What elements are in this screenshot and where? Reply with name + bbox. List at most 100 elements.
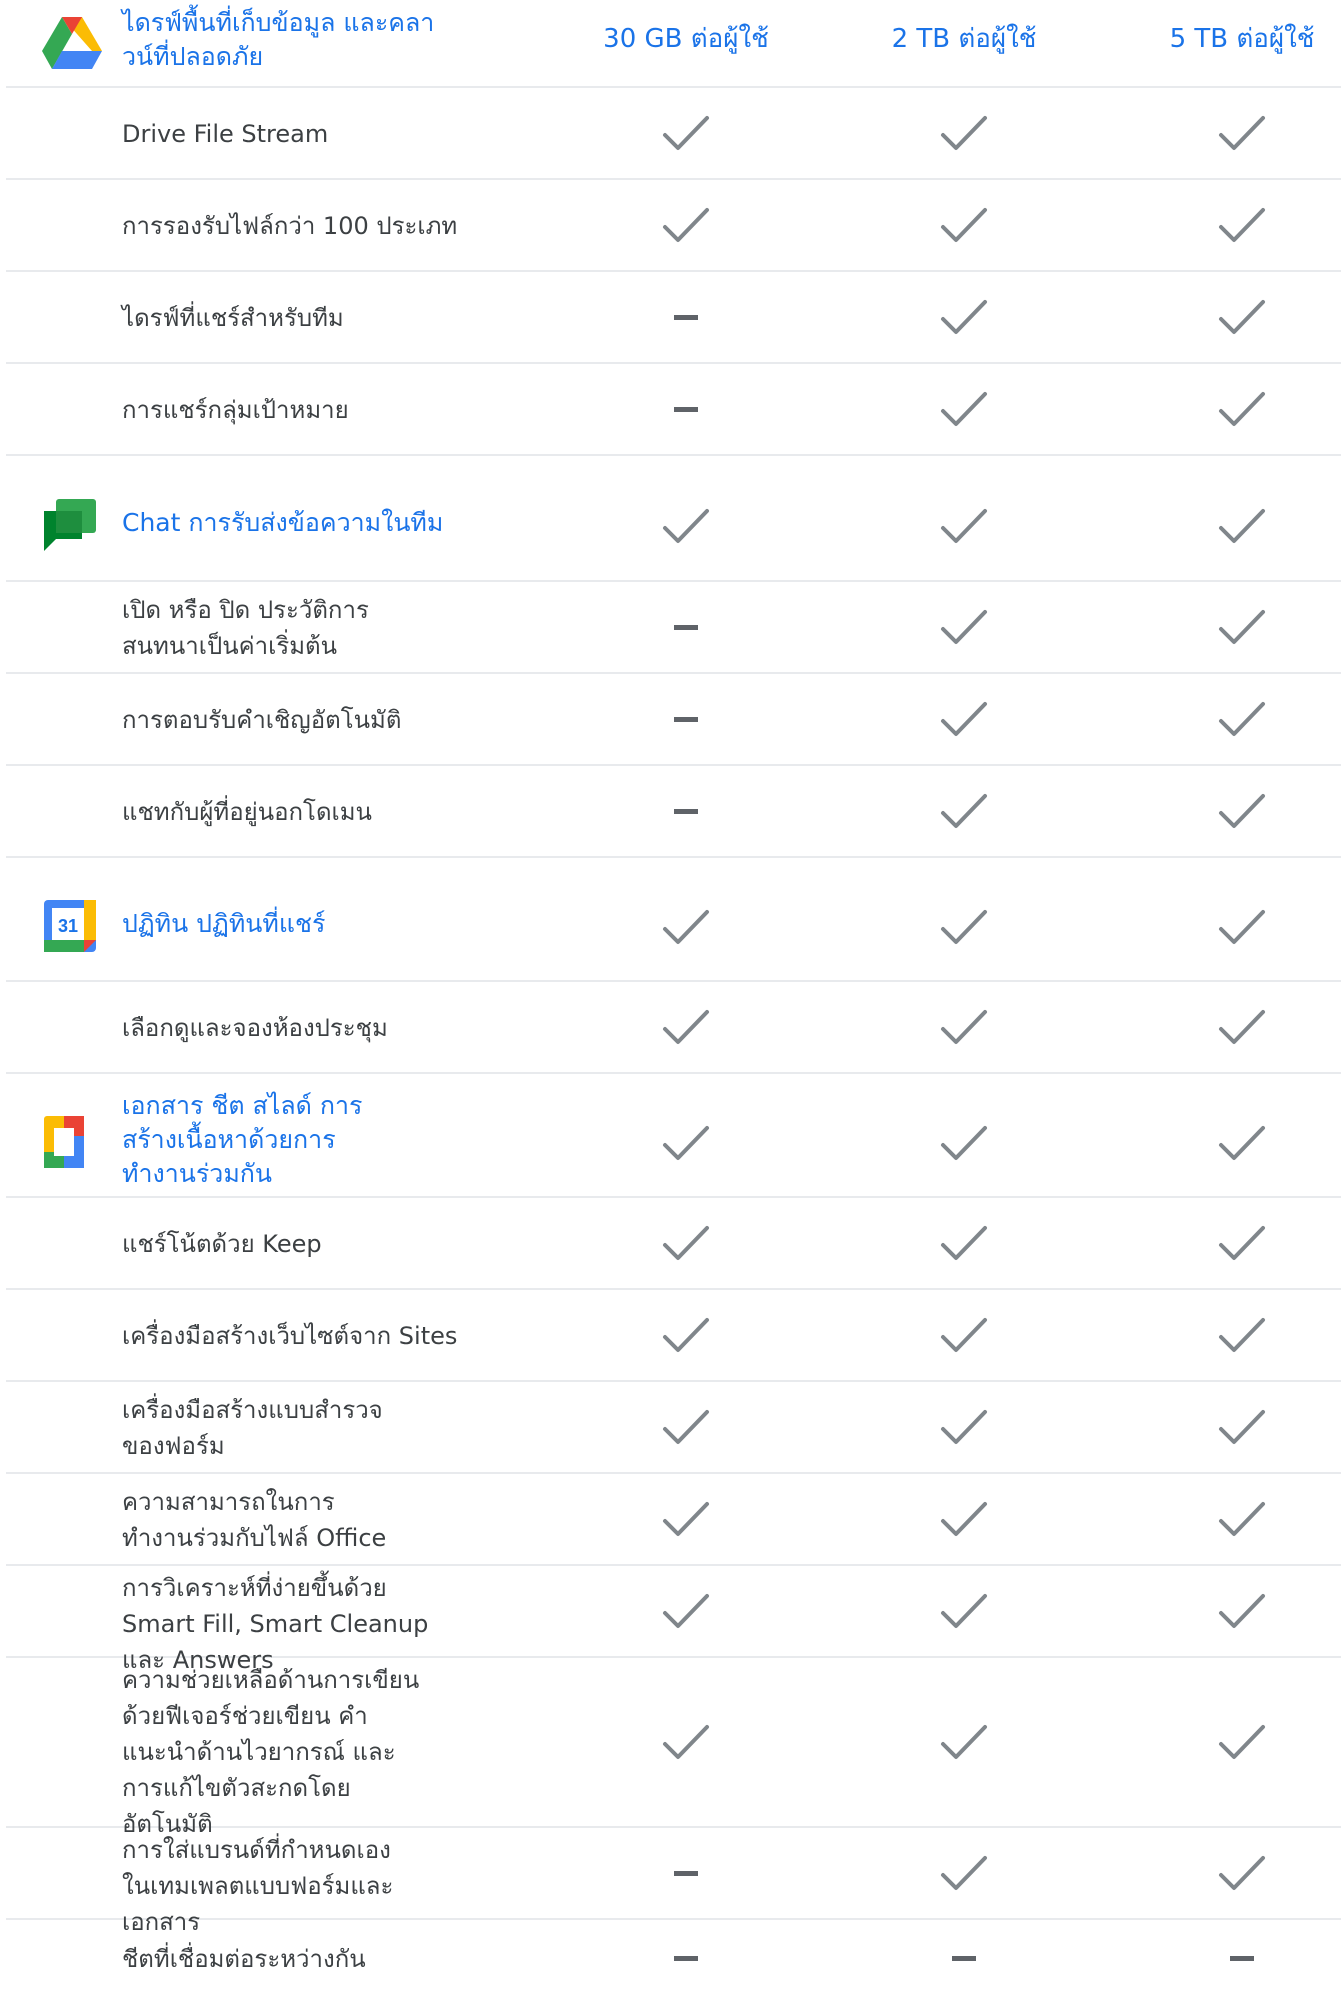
feature-label: การตอบรับคำเชิญอัตโนมัติ	[122, 706, 402, 734]
check-icon	[663, 1410, 709, 1444]
plan-cell-2	[929, 380, 999, 440]
section-title: ปฏิทิน ปฏิทินที่แชร์	[122, 909, 326, 938]
feature-label: ความช่วยเหลือด้านการเขียนด้วยฟีเจอร์ช่วย…	[122, 1666, 420, 1838]
plan-cell-3	[1207, 1214, 1277, 1274]
plan-cell-2	[929, 998, 999, 1058]
table-row: ความสามารถในการทำงานร่วมกับไฟล์ Office	[6, 1474, 1341, 1566]
check-icon	[663, 1126, 709, 1160]
plan-cell-3	[1207, 782, 1277, 842]
dash-icon	[674, 717, 698, 722]
section-header-row-docs: เอกสาร ชีต สไลด์ การสร้างเนื้อหาด้วยการท…	[6, 1074, 1341, 1198]
plan-cell-3	[1207, 1713, 1277, 1773]
plan-cell-2	[929, 1582, 999, 1642]
table-row: ชีตที่เชื่อมต่อระหว่างกัน	[6, 1920, 1341, 1998]
calendar-logo: 31	[42, 898, 102, 958]
table-row: แชร์โน้ตด้วย Keep	[6, 1198, 1341, 1290]
check-icon	[941, 910, 987, 944]
check-icon	[941, 300, 987, 334]
check-icon	[663, 1594, 709, 1628]
plan-cell-2	[929, 1398, 999, 1458]
plan-cell-2	[929, 196, 999, 256]
docs-logo	[42, 1114, 102, 1174]
table-header: ไดรฟ์พื้นที่เก็บข้อมูล และคลาวน์ที่ปลอดภ…	[6, 0, 1341, 88]
check-icon	[663, 1226, 709, 1260]
check-icon	[663, 208, 709, 242]
plan-cell-2	[929, 1929, 999, 1989]
check-icon	[1219, 910, 1265, 944]
plan-cell-1	[651, 497, 721, 557]
check-icon	[941, 1126, 987, 1160]
dash-icon	[952, 1956, 976, 1961]
check-icon	[1219, 300, 1265, 334]
check-icon	[1219, 1010, 1265, 1044]
table-row: การรองรับไฟล์กว่า 100 ประเภท	[6, 180, 1341, 272]
plan-cell-1	[651, 690, 721, 750]
table-row: ไดรฟ์ที่แชร์สำหรับทีม	[6, 272, 1341, 364]
dash-icon	[674, 1871, 698, 1876]
plan-cell-1	[651, 196, 721, 256]
plan-cell-2	[929, 1306, 999, 1366]
check-icon	[941, 1502, 987, 1536]
check-icon	[1219, 1226, 1265, 1260]
plan-cell-3	[1207, 998, 1277, 1058]
plan-cell-3	[1207, 1306, 1277, 1366]
drive-section-title: ไดรฟ์พื้นที่เก็บข้อมูล และคลาวน์ที่ปลอดภ…	[122, 8, 435, 71]
plan-header-5tb: 5 TB ต่อผู้ใช้	[1169, 24, 1315, 54]
svg-text:31: 31	[58, 916, 78, 936]
check-icon	[941, 509, 987, 543]
plan-cell-2	[929, 1713, 999, 1773]
check-icon	[941, 1226, 987, 1260]
plan-cell-3	[1207, 898, 1277, 958]
check-icon	[1219, 1126, 1265, 1160]
table-row: การใส่แบรนด์ที่กำหนดเองในเทมเพลตแบบฟอร์ม…	[6, 1828, 1341, 1936]
check-icon	[1219, 610, 1265, 644]
check-icon	[663, 910, 709, 944]
feature-label: ชีตที่เชื่อมต่อระหว่างกัน	[122, 1945, 366, 1973]
feature-label: ความสามารถในการทำงานร่วมกับไฟล์ Office	[122, 1488, 387, 1552]
feature-label: ไดรฟ์ที่แชร์สำหรับทีม	[122, 304, 344, 332]
check-icon	[941, 1010, 987, 1044]
plan-cell-1	[651, 898, 721, 958]
check-icon	[1219, 702, 1265, 736]
plan-cell-1	[651, 1582, 721, 1642]
dash-icon	[674, 1956, 698, 1961]
dash-icon	[674, 315, 698, 320]
plan-cell-3	[1207, 1582, 1277, 1642]
check-icon	[941, 1318, 987, 1352]
plan-cell-3	[1207, 690, 1277, 750]
plan-cell-2	[929, 1214, 999, 1274]
table-row: การแชร์กลุ่มเป้าหมาย	[6, 364, 1341, 456]
table-row: เลือกดูและจองห้องประชุม	[6, 982, 1341, 1074]
check-icon	[663, 1725, 709, 1759]
check-icon	[941, 702, 987, 736]
table-row: เครื่องมือสร้างเว็บไซต์จาก Sites	[6, 1290, 1341, 1382]
feature-label: การรองรับไฟล์กว่า 100 ประเภท	[122, 212, 458, 240]
google-docs-editors-icon	[44, 1116, 84, 1168]
google-drive-icon	[42, 17, 102, 69]
feature-label: เลือกดูและจองห้องประชุม	[122, 1014, 388, 1042]
check-icon	[1219, 1856, 1265, 1890]
check-icon	[941, 1725, 987, 1759]
plan-cell-1	[651, 1490, 721, 1550]
dash-icon	[674, 625, 698, 630]
plan-cell-2	[929, 104, 999, 164]
section-title: Chat การรับส่งข้อความในทีม	[122, 508, 444, 537]
google-calendar-icon: 31	[44, 900, 96, 952]
google-chat-icon	[44, 499, 96, 551]
plan-cell-3	[1207, 380, 1277, 440]
check-icon	[941, 208, 987, 242]
plan-cell-2	[929, 288, 999, 348]
feature-label: Drive File Stream	[122, 120, 329, 148]
feature-label: เครื่องมือสร้างแบบสำรวจของฟอร์ม	[122, 1396, 383, 1460]
check-icon	[941, 610, 987, 644]
check-icon	[1219, 392, 1265, 426]
feature-label: แชร์โน้ตด้วย Keep	[122, 1230, 322, 1258]
section-header-row-chat: Chat การรับส่งข้อความในทีม	[6, 456, 1341, 582]
plan-cell-1	[651, 1398, 721, 1458]
plan-cell-3	[1207, 598, 1277, 658]
check-icon	[941, 392, 987, 426]
check-icon	[941, 116, 987, 150]
check-icon	[663, 1010, 709, 1044]
plan-cell-2	[929, 690, 999, 750]
check-icon	[663, 116, 709, 150]
